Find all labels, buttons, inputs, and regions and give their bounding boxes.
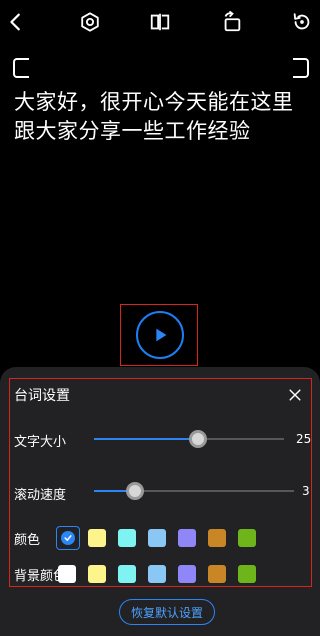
play-button[interactable] xyxy=(136,311,184,359)
bg-color-swatch-3[interactable] xyxy=(148,565,166,583)
prompter-text: 大家好，很开心今天能在这里 跟大家分享一些工作经验 xyxy=(14,90,294,143)
bg-color-swatch-0[interactable] xyxy=(58,565,76,583)
reset-defaults-button[interactable]: 恢复默认设置 xyxy=(119,599,215,625)
bg-color-swatch-5[interactable] xyxy=(208,565,226,583)
settings-highlight-box xyxy=(9,378,312,587)
rotate-screen-icon[interactable] xyxy=(220,10,244,34)
font-size-slider-fill xyxy=(94,438,198,440)
font-size-label: 文字大小 xyxy=(14,435,67,450)
refresh-icon[interactable] xyxy=(290,10,314,34)
font-size-slider-thumb[interactable] xyxy=(189,430,207,448)
play-icon xyxy=(156,328,167,342)
close-button[interactable] xyxy=(285,385,305,405)
scroll-speed-slider-thumb[interactable] xyxy=(126,482,144,500)
text-color-swatch-1[interactable] xyxy=(88,529,106,547)
frame-corner-bottom-right xyxy=(293,68,309,78)
bg-color-swatch-6[interactable] xyxy=(238,565,256,583)
text-color-swatch-3[interactable] xyxy=(148,529,166,547)
panel-title: 台词设置 xyxy=(14,388,70,404)
bg-color-swatch-4[interactable] xyxy=(178,565,196,583)
settings-icon[interactable] xyxy=(78,10,102,34)
scroll-speed-label: 滚动速度 xyxy=(14,488,67,503)
bg-color-swatch-1[interactable] xyxy=(88,565,106,583)
check-icon xyxy=(61,531,75,545)
text-color-swatch-0-selected[interactable] xyxy=(56,526,80,550)
text-color-swatch-6[interactable] xyxy=(238,529,256,547)
text-color-label: 颜色 xyxy=(14,533,41,548)
text-color-swatch-4[interactable] xyxy=(178,529,196,547)
text-color-swatch-2[interactable] xyxy=(118,529,136,547)
top-toolbar xyxy=(0,0,320,44)
font-size-value: 25 xyxy=(296,432,312,446)
back-icon[interactable] xyxy=(4,10,28,34)
scroll-speed-value: 3 xyxy=(302,484,310,498)
text-color-swatch-5[interactable] xyxy=(208,529,226,547)
close-icon xyxy=(289,389,301,401)
bg-color-swatch-2[interactable] xyxy=(118,565,136,583)
frame-corner-bottom-left xyxy=(13,68,29,78)
mirror-icon[interactable] xyxy=(148,10,172,34)
